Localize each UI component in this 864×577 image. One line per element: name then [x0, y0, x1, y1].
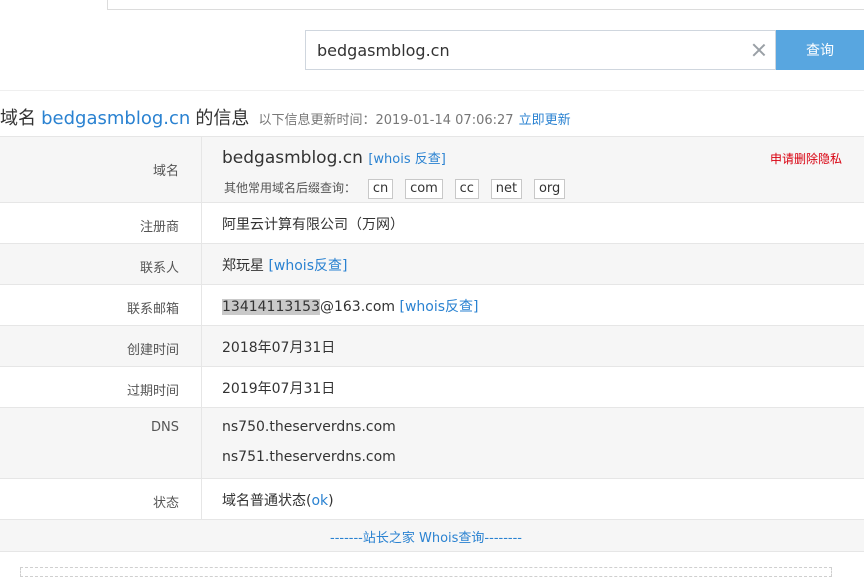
- tab-strip: [108, 0, 864, 10]
- update-time: 以下信息更新时间：2019-01-14 07:06:27: [258, 113, 514, 128]
- search-bar: bedgasmblog.cn 查询: [305, 30, 864, 70]
- table-row-registrar: 注册商 阿里云计算有限公司（万网）: [0, 203, 864, 244]
- email-whois-link[interactable]: [whois反查]: [400, 299, 479, 315]
- whois-footer-link[interactable]: -------站长之家 Whois查询--------: [0, 527, 852, 546]
- status-prefix: 域名普通状态(: [222, 493, 312, 509]
- title-suffix: 的信息: [195, 108, 250, 129]
- email-domain: @163.com: [319, 299, 396, 315]
- title-prefix: 域名: [0, 108, 36, 129]
- whois-reverse-link[interactable]: [whois 反查]: [368, 152, 446, 167]
- row-label: DNS: [151, 420, 179, 435]
- dns-server: ns750.theserverdns.com: [222, 419, 396, 435]
- table-row-created: 创建时间 2018年07月31日: [0, 326, 864, 367]
- table-row-email: 联系邮箱 13414113153@163.com [whois反查]: [0, 285, 864, 326]
- table-row-domain: 域名 bedgasmblog.cn [whois 反查] 其他常用域名后缀查询：…: [0, 137, 864, 203]
- search-button[interactable]: 查询: [776, 30, 864, 70]
- tab-active[interactable]: [0, 0, 108, 10]
- search-input-value: bedgasmblog.cn: [317, 41, 450, 60]
- search-input[interactable]: bedgasmblog.cn: [305, 30, 776, 70]
- dns-server: ns751.theserverdns.com: [222, 449, 396, 465]
- row-label: 创建时间: [126, 343, 179, 358]
- table-row-dns: DNS ns750.theserverdns.com ns751.theserv…: [0, 408, 864, 479]
- email-highlight: 13414113153: [222, 299, 320, 315]
- suffix-prompt: 其他常用域名后缀查询：: [224, 181, 357, 195]
- row-label: 联系人: [139, 261, 179, 276]
- table-row-contact: 联系人 郑玩星 [whois反查]: [0, 244, 864, 285]
- footer-row: -------站长之家 Whois查询--------: [0, 520, 864, 552]
- suffix-net[interactable]: net: [490, 179, 523, 199]
- refresh-now-link[interactable]: 立即更新: [519, 113, 571, 128]
- clear-icon[interactable]: [750, 41, 768, 59]
- remove-privacy-link[interactable]: 申请删除隐私: [770, 150, 842, 167]
- contact-value: 郑玩星: [222, 258, 264, 274]
- status-ok-link[interactable]: ok: [311, 493, 328, 509]
- contact-whois-link[interactable]: [whois反查]: [268, 258, 347, 274]
- page-title: 域名 bedgasmblog.cn 的信息 以下信息更新时间：2019-01-1…: [0, 104, 571, 130]
- status-suffix: ): [328, 493, 334, 509]
- expires-value: 2019年07月31日: [222, 381, 336, 397]
- row-label: 注册商: [139, 220, 179, 235]
- domain-value: bedgasmblog.cn: [222, 148, 363, 168]
- divider: [0, 90, 864, 91]
- title-domain-link[interactable]: bedgasmblog.cn: [41, 108, 190, 129]
- tab-bar: [0, 0, 864, 10]
- table-row-expires: 过期时间 2019年07月31日: [0, 367, 864, 408]
- suffix-com[interactable]: com: [405, 179, 443, 199]
- row-label: 状态: [152, 496, 179, 511]
- dashed-box: [20, 567, 832, 577]
- row-label: 域名: [152, 164, 179, 179]
- row-label: 联系邮箱: [126, 302, 179, 317]
- row-label: 过期时间: [126, 384, 179, 399]
- registrar-value: 阿里云计算有限公司（万网）: [222, 217, 404, 233]
- suffix-cc[interactable]: cc: [454, 179, 479, 199]
- whois-table: 域名 bedgasmblog.cn [whois 反查] 其他常用域名后缀查询：…: [0, 136, 864, 552]
- created-value: 2018年07月31日: [222, 340, 336, 356]
- suffix-org[interactable]: org: [533, 179, 566, 199]
- table-row-status: 状态 域名普通状态(ok): [0, 479, 864, 520]
- suffix-cn[interactable]: cn: [367, 179, 394, 199]
